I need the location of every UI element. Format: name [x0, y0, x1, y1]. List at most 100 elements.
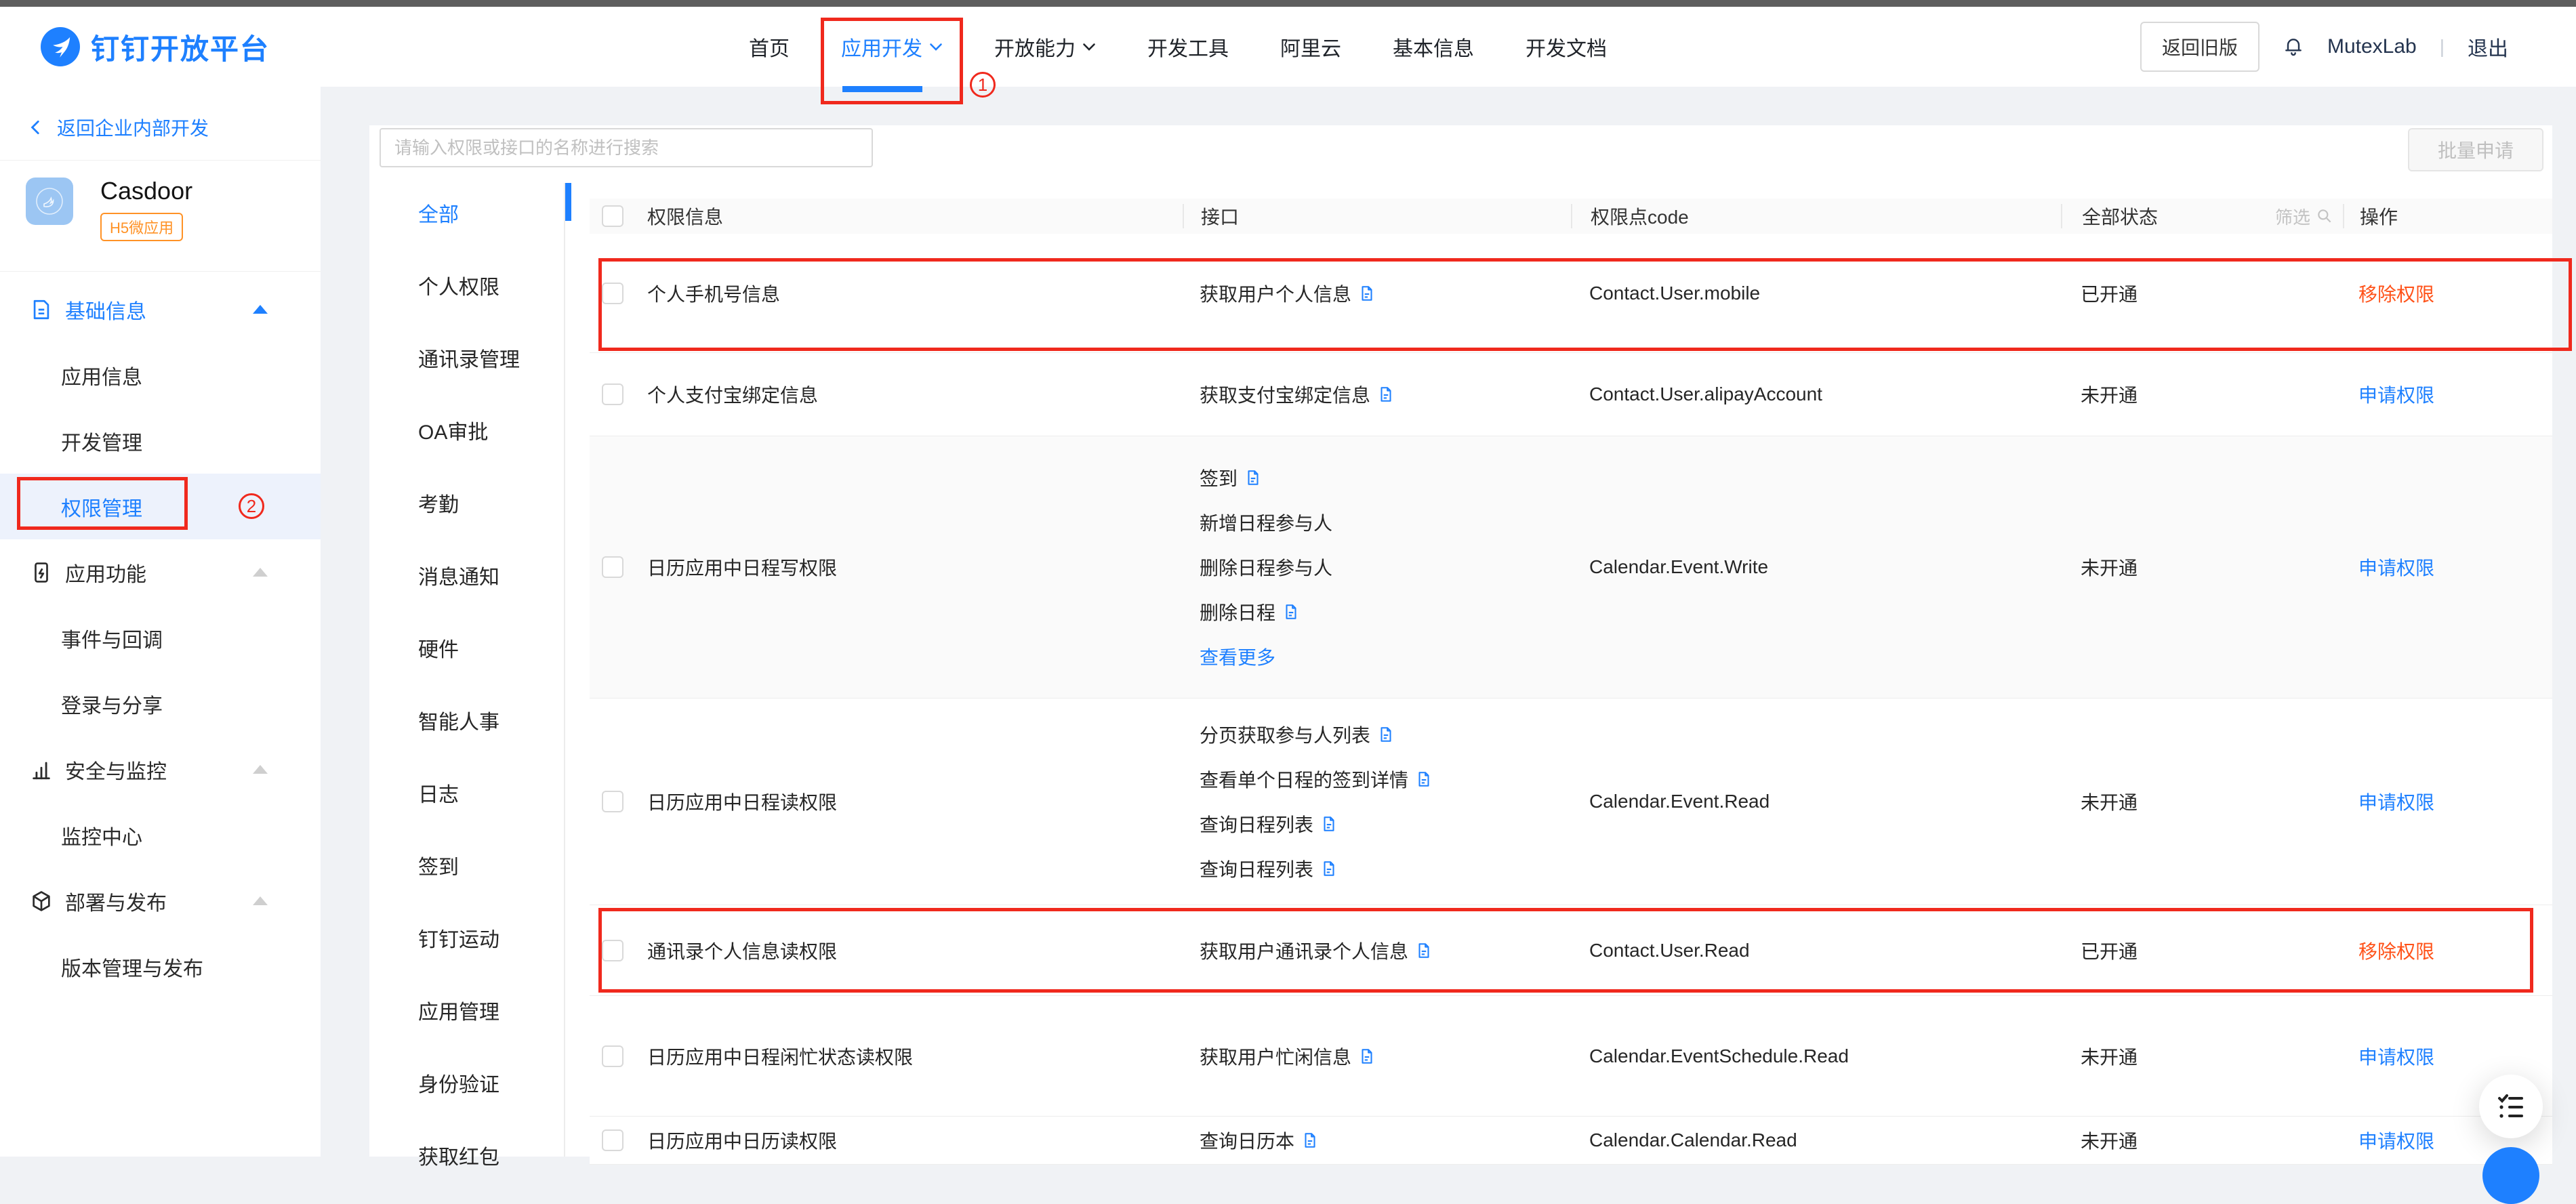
sidebar-item-7[interactable]: 安全与监控: [0, 736, 321, 802]
api-doc-icon[interactable]: [1320, 860, 1338, 877]
category-item-10[interactable]: 钉钉运动: [380, 901, 564, 974]
bell-icon[interactable]: [2283, 36, 2304, 58]
sidebar-item-6[interactable]: 登录与分享: [0, 671, 321, 736]
nav-item-1[interactable]: 应用开发1: [841, 7, 943, 87]
nav-item-label: 基本信息: [1393, 32, 1474, 62]
sidebar-item-0[interactable]: 基础信息: [0, 276, 321, 342]
api-line: 查询日程列表: [1200, 802, 1433, 846]
permission-code: Calendar.EventSchedule.Read: [1589, 1045, 1849, 1066]
select-all-checkbox[interactable]: [602, 205, 623, 227]
status-text: 未开通: [2081, 381, 2138, 408]
apply-permission-link[interactable]: 申请权限: [2358, 792, 2434, 813]
row-checkbox[interactable]: [602, 556, 623, 578]
api-doc-icon[interactable]: [1377, 386, 1395, 403]
category-item-1[interactable]: 个人权限: [380, 249, 564, 321]
nav-item-2[interactable]: 开放能力: [994, 7, 1096, 87]
status-cell: 未开通: [2061, 1127, 2343, 1154]
api-cell: 获取支付宝绑定信息: [1183, 372, 1571, 417]
sidebar-item-4[interactable]: 应用功能: [0, 539, 321, 605]
sidebar-item-5[interactable]: 事件与回调: [0, 605, 321, 671]
permission-name: 日历应用中日程写权限: [647, 558, 837, 579]
table-row-5: 日历应用中日程闲忙状态读权限获取用户忙闲信息Calendar.EventSche…: [590, 996, 2552, 1117]
sidebar-item-label: 事件与回调: [61, 623, 163, 653]
apply-permission-link[interactable]: 申请权限: [2358, 1047, 2434, 1068]
category-item-5[interactable]: 消息通知: [380, 539, 564, 611]
remove-permission-link[interactable]: 移除权限: [2358, 284, 2434, 305]
row-checkbox-cell: [590, 1045, 640, 1067]
row-checkbox[interactable]: [602, 1045, 623, 1067]
category-item-0[interactable]: 全部: [380, 176, 564, 249]
api-line: 新增日程参与人: [1200, 500, 1332, 545]
filter-button[interactable]: 筛选: [2275, 204, 2333, 229]
collapse-arrow-icon[interactable]: [253, 896, 268, 905]
api-doc-icon[interactable]: [1282, 603, 1300, 621]
api-doc-icon[interactable]: [1377, 726, 1395, 743]
search-input[interactable]: [380, 128, 873, 167]
table-row-0: 个人手机号信息获取用户个人信息Contact.User.mobile已开通移除权…: [590, 234, 2552, 353]
sidebar-item-2[interactable]: 开发管理: [0, 408, 321, 474]
api-doc-icon[interactable]: [1320, 815, 1338, 833]
category-label: 消息通知: [418, 560, 499, 590]
apply-permission-link[interactable]: 申请权限: [2358, 558, 2434, 579]
dingtalk-logo[interactable]: 钉钉开放平台: [41, 7, 270, 87]
collapse-arrow-icon[interactable]: [253, 568, 268, 577]
header-action: 操作: [2343, 204, 2552, 228]
apply-permission-link[interactable]: 申请权限: [2358, 385, 2434, 406]
nav-item-4[interactable]: 阿里云: [1280, 7, 1341, 87]
username[interactable]: MutexLab: [2327, 35, 2417, 58]
table-header-row: 权限信息 接口 权限点code 全部状态 筛选 操作: [590, 199, 2552, 234]
api-name: 查询日程列表: [1200, 855, 1313, 882]
category-item-6[interactable]: 硬件: [380, 611, 564, 684]
floating-blue-button[interactable]: [2482, 1147, 2539, 1204]
nav-item-6[interactable]: 开发文档: [1526, 7, 1607, 87]
checklist-fab-button[interactable]: [2479, 1075, 2543, 1138]
nav-item-3[interactable]: 开发工具: [1147, 7, 1229, 87]
collapse-arrow-icon[interactable]: [253, 305, 268, 314]
collapse-arrow-icon[interactable]: [253, 765, 268, 774]
sidebar-item-3[interactable]: 权限管理2: [0, 474, 321, 539]
category-item-2[interactable]: 通讯录管理: [380, 321, 564, 394]
permission-code-cell: Calendar.Event.Write: [1571, 556, 2061, 578]
api-name: 获取用户忙闲信息: [1200, 1043, 1351, 1070]
category-item-13[interactable]: 获取红包: [380, 1119, 564, 1191]
row-checkbox[interactable]: [602, 383, 623, 405]
row-checkbox[interactable]: [602, 1129, 623, 1151]
nav-item-0[interactable]: 首页: [749, 7, 790, 87]
back-to-internal-dev-link[interactable]: 返回企业内部开发: [27, 114, 209, 141]
nav-item-5[interactable]: 基本信息: [1393, 7, 1474, 87]
category-item-9[interactable]: 签到: [380, 829, 564, 901]
category-item-12[interactable]: 身份验证: [380, 1046, 564, 1119]
api-doc-icon[interactable]: [1301, 1132, 1319, 1149]
view-more-link[interactable]: 查看更多: [1200, 643, 1275, 670]
category-label: 智能人事: [418, 705, 499, 735]
category-item-8[interactable]: 日志: [380, 756, 564, 829]
api-line: 获取用户个人信息: [1200, 271, 1376, 316]
api-doc-icon[interactable]: [1415, 942, 1433, 959]
category-item-11[interactable]: 应用管理: [380, 974, 564, 1046]
apply-permission-link[interactable]: 申请权限: [2358, 1131, 2434, 1152]
sidebar-item-1[interactable]: 应用信息: [0, 342, 321, 408]
sidebar-item-8[interactable]: 监控中心: [0, 802, 321, 868]
api-line: 签到: [1200, 455, 1332, 500]
row-checkbox[interactable]: [602, 283, 623, 304]
api-doc-icon[interactable]: [1244, 469, 1262, 486]
api-line: 查看单个日程的签到详情: [1200, 757, 1433, 802]
category-item-7[interactable]: 智能人事: [380, 684, 564, 756]
api-doc-icon[interactable]: [1415, 770, 1433, 788]
api-doc-icon[interactable]: [1358, 285, 1376, 302]
logout-link[interactable]: 退出: [2468, 32, 2508, 62]
row-checkbox[interactable]: [602, 940, 623, 961]
category-item-3[interactable]: OA审批: [380, 394, 564, 466]
remove-permission-link[interactable]: 移除权限: [2358, 941, 2434, 962]
annotation-number-1: 1: [970, 72, 996, 98]
back-to-old-version-button[interactable]: 返回旧版: [2140, 22, 2260, 72]
sidebar-item-9[interactable]: 部署与发布: [0, 868, 321, 934]
status-text: 未开通: [2081, 554, 2138, 581]
api-doc-icon[interactable]: [1358, 1047, 1376, 1065]
category-item-4[interactable]: 考勤: [380, 466, 564, 539]
permission-name: 通讯录个人信息读权限: [647, 941, 837, 962]
sidebar-item-10[interactable]: 版本管理与发布: [0, 934, 321, 999]
content-panel: 批量申请 全部个人权限通讯录管理OA审批考勤消息通知硬件智能人事日志签到钉钉运动…: [369, 125, 2552, 1157]
batch-apply-button[interactable]: 批量申请: [2408, 128, 2543, 171]
row-checkbox[interactable]: [602, 791, 623, 812]
